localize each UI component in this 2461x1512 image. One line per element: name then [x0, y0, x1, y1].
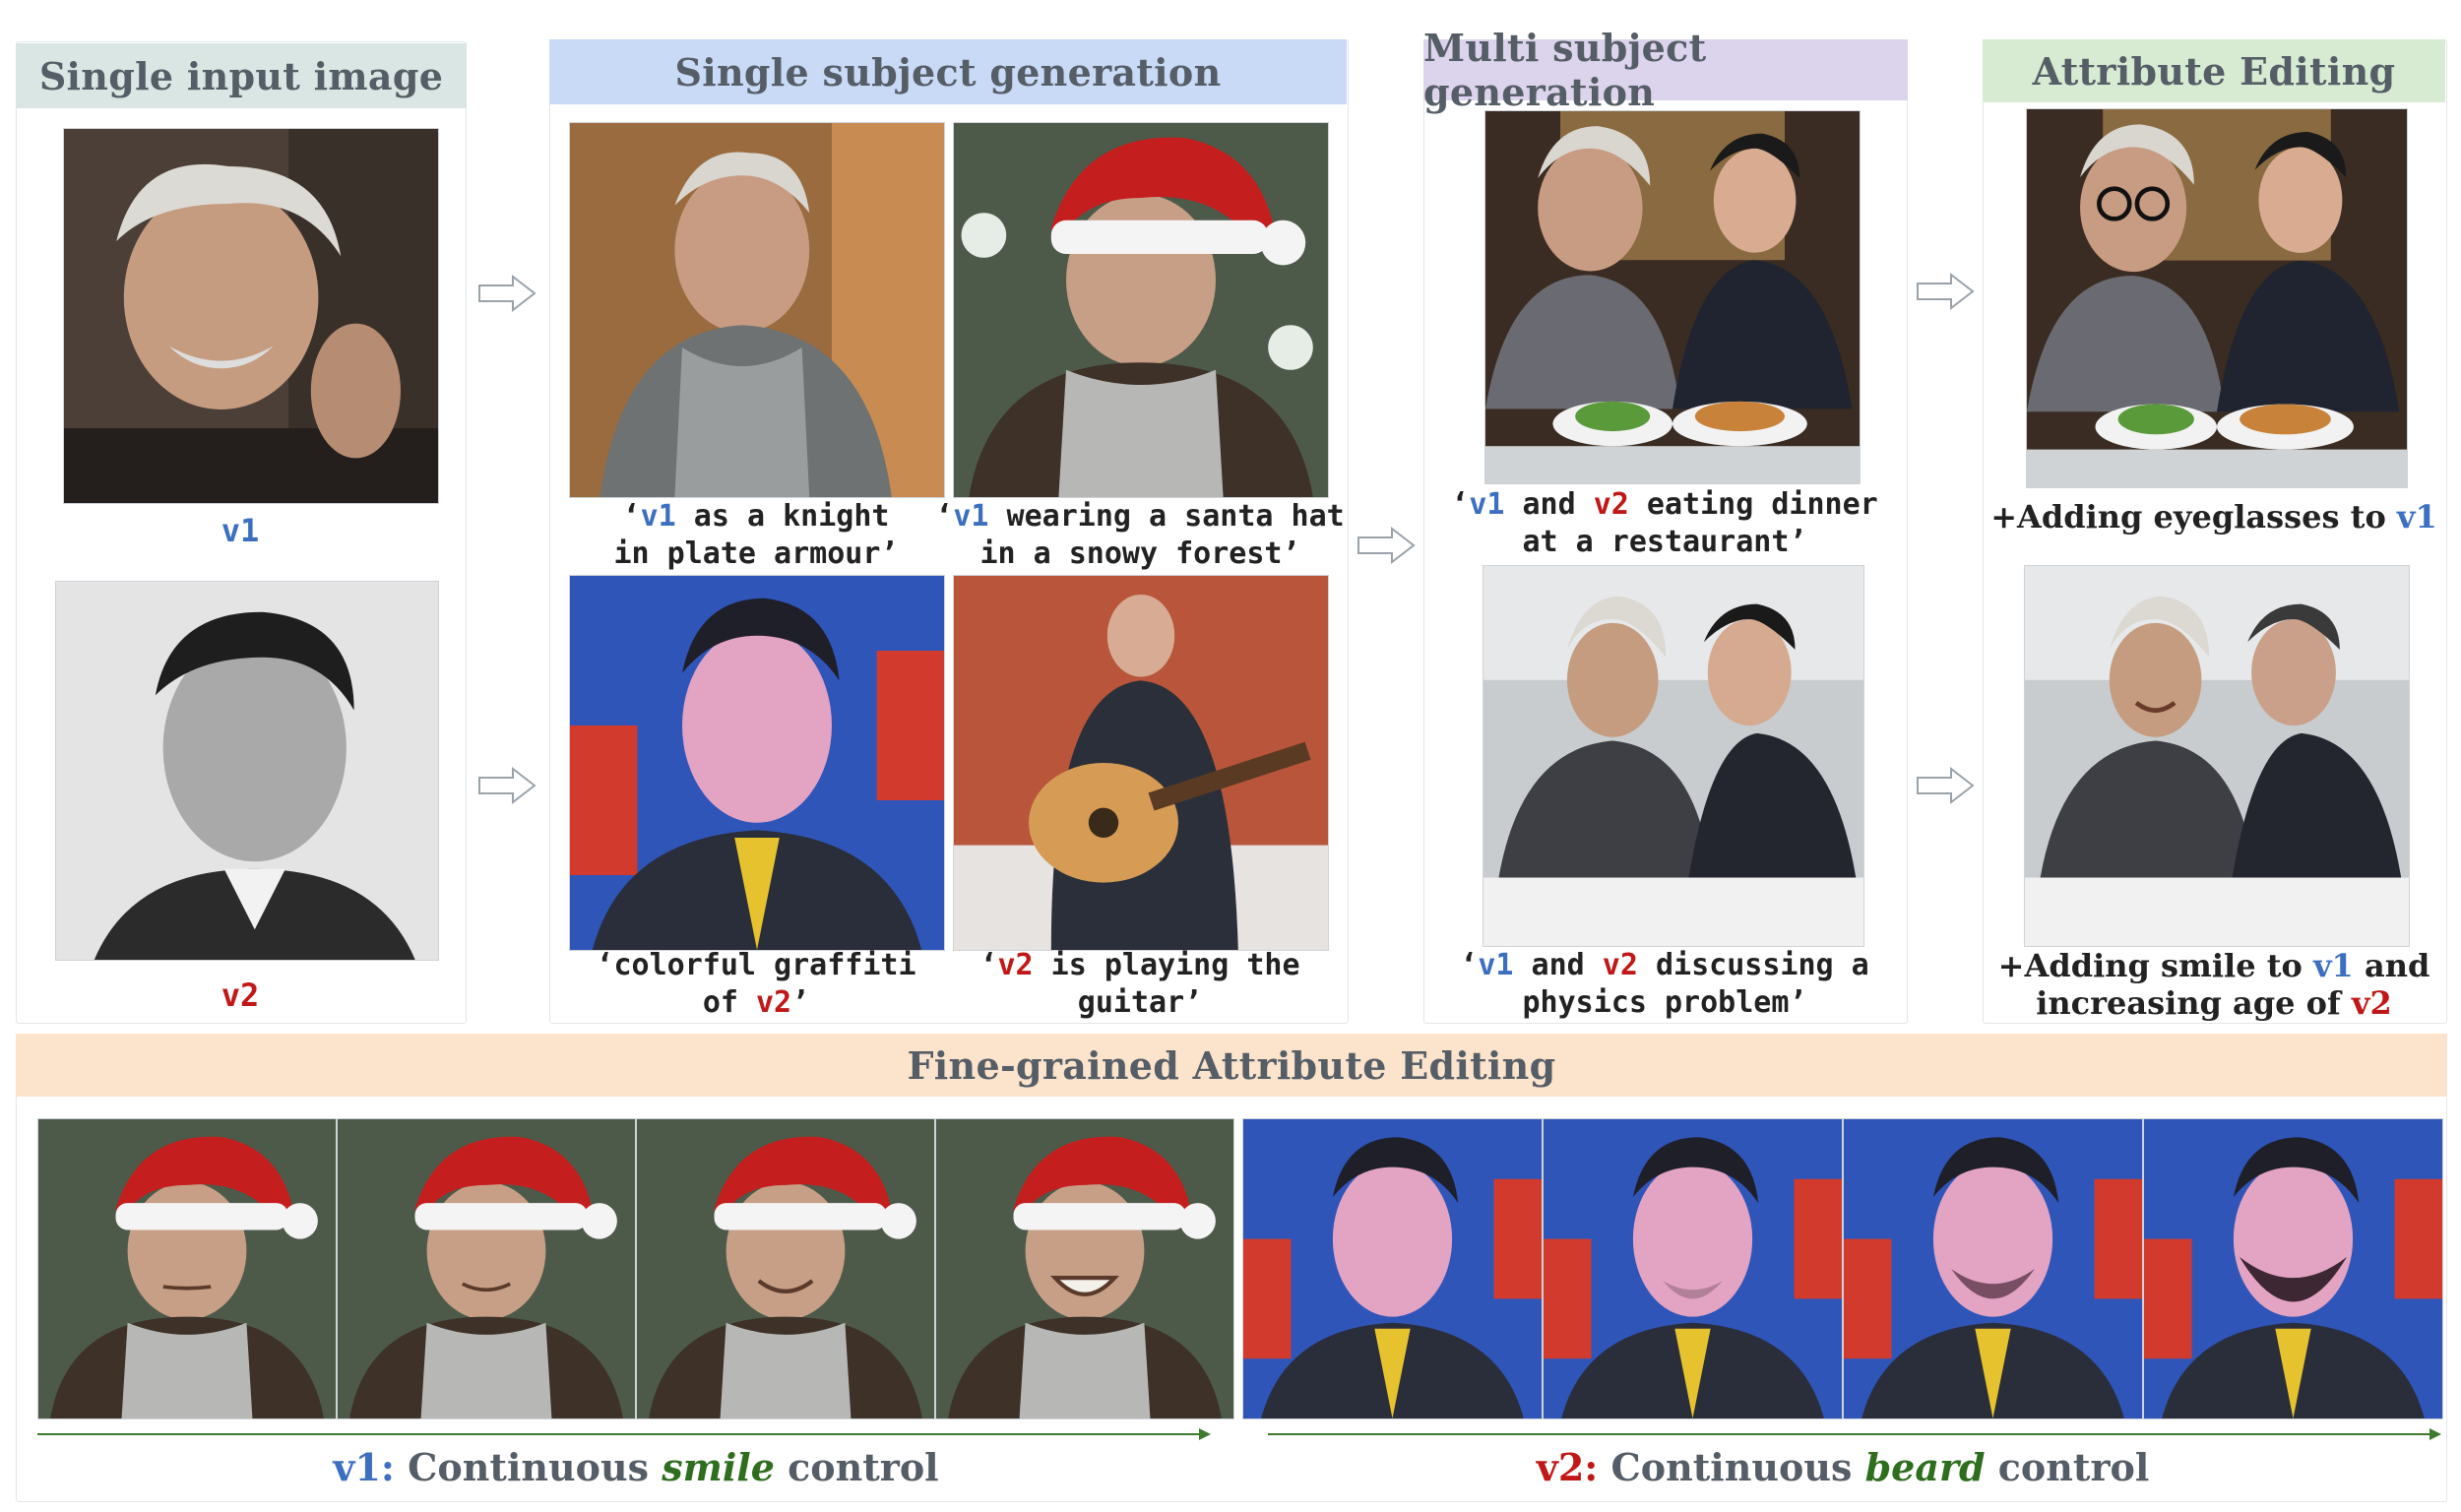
caption-santa: ‘v1 wearing a santa hat in a snowy fores…	[935, 499, 1345, 571]
arrow-right-icon	[1357, 526, 1416, 565]
multi-panel-header: Multi subject generation	[1423, 26, 1908, 114]
smile-control-caption: v1: Continuous smile control	[333, 1445, 939, 1489]
gen-photo-dinner	[1484, 110, 1861, 484]
caption-graffiti: ‘colorful graffiti of v2’	[596, 948, 916, 1020]
edit-photo-eyeglasses	[2026, 108, 2408, 488]
single-panel-title: Single subject generation	[674, 49, 1222, 94]
arrow-right-icon	[477, 274, 536, 313]
input-photo-v1	[63, 128, 439, 504]
gen-photo-knight	[569, 122, 945, 498]
beard-control-caption: v2: Continuous beard control	[1536, 1445, 2150, 1489]
arrow-right-icon	[1916, 766, 1975, 805]
gen-photo-physics	[1483, 565, 1864, 947]
smile-frame	[935, 1118, 1234, 1419]
smile-strip	[37, 1118, 1234, 1419]
edit-photo-smile-age	[2024, 565, 2410, 947]
smile-progress-arrow	[37, 1428, 1211, 1440]
caption-eyeglasses: +Adding eyeglasses to v1	[1990, 498, 2437, 536]
attr-panel-header: Attribute Editing	[1983, 39, 2445, 102]
arrow-right-icon	[477, 766, 536, 805]
caption-knight: ‘v1 as a knight in plate armour’	[613, 499, 899, 571]
input-v1-label: v1	[221, 512, 260, 549]
fine-panel-header: Fine-grained Attribute Editing	[16, 1034, 2447, 1097]
caption-dinner: ‘v1 and v2 eating dinner at a restaurant…	[1451, 487, 1878, 559]
beard-frame	[1543, 1118, 1843, 1419]
single-panel-header: Single subject generation	[549, 39, 1347, 104]
beard-frame	[2143, 1118, 2443, 1419]
attr-panel-title: Attribute Editing	[2032, 48, 2396, 94]
input-photo-v2	[55, 581, 439, 961]
gen-photo-graffiti	[569, 575, 945, 951]
arrow-right-icon	[1916, 272, 1975, 311]
multi-panel-title: Multi subject generation	[1423, 26, 1707, 114]
caption-guitar: ‘v2 is playing the guitar’	[979, 948, 1300, 1020]
beard-strip	[1242, 1118, 2443, 1419]
smile-frame	[37, 1118, 337, 1419]
beard-frame	[1843, 1118, 2143, 1419]
gen-photo-guitar	[953, 575, 1329, 951]
caption-smile-age: +Adding smile to v1 and increasing age o…	[1997, 947, 2430, 1022]
smile-frame	[337, 1118, 636, 1419]
input-panel-title: Single input image	[38, 53, 444, 98]
beard-frame	[1242, 1118, 1543, 1419]
beard-progress-arrow	[1268, 1428, 2441, 1440]
input-v2-label: v2	[221, 976, 260, 1014]
smile-frame	[636, 1118, 935, 1419]
caption-physics: ‘v1 and v2 discussing a physics problem’	[1460, 948, 1869, 1020]
fine-panel-title: Fine-grained Attribute Editing	[907, 1042, 1556, 1088]
gen-photo-santa	[953, 122, 1329, 498]
input-panel-header: Single input image	[16, 43, 467, 108]
